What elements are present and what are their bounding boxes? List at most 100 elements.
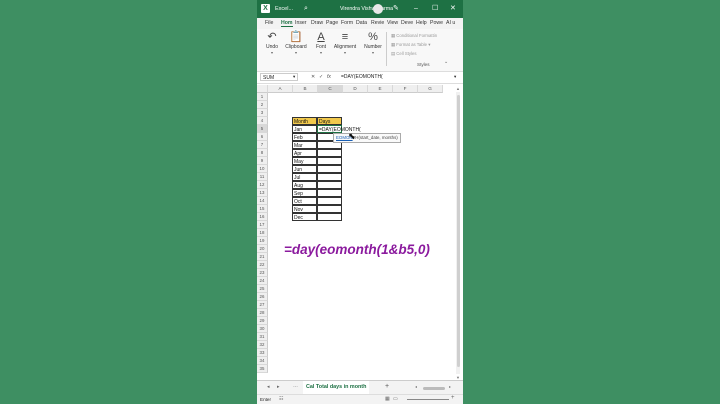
month-cell[interactable]: Apr — [292, 149, 317, 157]
insert-function-icon[interactable]: fx — [327, 74, 331, 80]
row-header[interactable]: 28 — [257, 309, 268, 317]
sheet-tab-active[interactable]: Cal Total days in month — [303, 381, 370, 395]
month-cell[interactable]: Jul — [292, 173, 317, 181]
tab-page[interactable]: Page — [326, 20, 338, 26]
clipboard-button[interactable]: 📋 Clipboard ▾ — [284, 31, 308, 55]
row-header[interactable]: 32 — [257, 341, 268, 349]
row-header[interactable]: 5 — [257, 125, 268, 133]
row-header[interactable]: 31 — [257, 333, 268, 341]
month-cell[interactable]: Nov — [292, 205, 317, 213]
row-header[interactable]: 9 — [257, 157, 268, 165]
tab-review[interactable]: Revie — [371, 20, 384, 26]
month-cell[interactable]: May — [292, 157, 317, 165]
row-header[interactable]: 1 — [257, 93, 268, 101]
column-header[interactable]: F — [393, 85, 418, 93]
formula-input[interactable]: =DAY(EOMONTH( — [341, 74, 383, 80]
days-cell[interactable] — [317, 197, 342, 205]
row-header[interactable]: 27 — [257, 301, 268, 309]
tab-ai[interactable]: AI u — [446, 20, 455, 26]
row-header[interactable]: 2 — [257, 101, 268, 109]
horizontal-scroll-left-icon[interactable]: ◂ — [415, 384, 417, 389]
zoom-slider[interactable] — [407, 399, 449, 400]
sheet-more-icon[interactable]: … — [293, 383, 298, 389]
zoom-in-icon[interactable]: + — [451, 395, 455, 401]
tab-power[interactable]: Powe — [430, 20, 443, 26]
search-icon[interactable]: ⌕ — [304, 0, 308, 18]
tab-view[interactable]: View — [387, 20, 398, 26]
days-cell[interactable] — [317, 189, 342, 197]
alignment-button[interactable]: ≡ Alignment ▾ — [333, 31, 357, 55]
tab-help[interactable]: Help — [416, 20, 427, 26]
tab-insert[interactable]: Inser — [295, 20, 307, 26]
month-cell[interactable]: Feb — [292, 133, 317, 141]
column-header[interactable]: A — [268, 85, 293, 93]
page-layout-icon[interactable]: ▭ — [393, 396, 398, 402]
select-all-corner[interactable] — [257, 85, 268, 93]
row-header[interactable]: 24 — [257, 277, 268, 285]
column-header[interactable]: E — [368, 85, 393, 93]
month-cell[interactable]: Mar — [292, 141, 317, 149]
formula-expand-icon[interactable]: ▾ — [454, 74, 456, 80]
tab-home[interactable]: Hom — [281, 20, 293, 27]
column-header[interactable]: G — [418, 85, 443, 93]
days-cell[interactable] — [317, 205, 342, 213]
cell-styles-button[interactable]: ▤ Cell Styles — [391, 51, 417, 57]
tab-draw[interactable]: Draw — [311, 20, 323, 26]
accessibility-icon[interactable]: ☷ — [279, 396, 283, 402]
row-header[interactable]: 14 — [257, 197, 268, 205]
row-header[interactable]: 12 — [257, 181, 268, 189]
row-header[interactable]: 18 — [257, 229, 268, 237]
sheet-next-icon[interactable]: ▸ — [277, 384, 280, 390]
days-cell[interactable] — [317, 181, 342, 189]
enter-icon[interactable]: ✓ — [319, 74, 323, 80]
days-cell[interactable] — [317, 173, 342, 181]
row-header[interactable]: 4 — [257, 117, 268, 125]
month-cell[interactable]: Oct — [292, 197, 317, 205]
pen-icon[interactable]: ✎ — [393, 0, 399, 18]
month-cell[interactable]: Jan — [292, 125, 317, 133]
tab-developer[interactable]: Deve — [401, 20, 413, 26]
column-header[interactable]: D — [343, 85, 368, 93]
scroll-thumb[interactable] — [457, 95, 460, 367]
row-header[interactable]: 22 — [257, 261, 268, 269]
row-header[interactable]: 26 — [257, 293, 268, 301]
scroll-up-icon[interactable]: ▲ — [456, 86, 460, 91]
row-header[interactable]: 16 — [257, 213, 268, 221]
table-header-days[interactable]: Days — [317, 117, 342, 125]
row-header[interactable]: 25 — [257, 285, 268, 293]
row-header[interactable]: 19 — [257, 237, 268, 245]
active-cell[interactable]: =DAY(EOMONTH( — [317, 125, 361, 133]
row-header[interactable]: 10 — [257, 165, 268, 173]
days-cell[interactable] — [317, 157, 342, 165]
row-header[interactable]: 34 — [257, 357, 268, 365]
minimize-icon[interactable]: – — [414, 0, 418, 18]
normal-view-icon[interactable]: ▦ — [385, 396, 390, 402]
ribbon-expand-icon[interactable]: ⌄ — [444, 59, 448, 65]
row-header[interactable]: 13 — [257, 189, 268, 197]
undo-button[interactable]: ↶ Undo ▾ — [264, 31, 280, 55]
table-header-month[interactable]: Month — [292, 117, 317, 125]
format-as-table-button[interactable]: ▦ Format as Table ▾ — [391, 42, 430, 48]
row-header[interactable]: 20 — [257, 245, 268, 253]
row-header[interactable]: 29 — [257, 317, 268, 325]
avatar[interactable] — [373, 4, 383, 14]
month-cell[interactable]: Dec — [292, 213, 317, 221]
font-button[interactable]: A Font ▾ — [314, 31, 328, 55]
row-header[interactable]: 11 — [257, 173, 268, 181]
row-header[interactable]: 33 — [257, 349, 268, 357]
column-header[interactable]: B — [293, 85, 318, 93]
month-cell[interactable]: Aug — [292, 181, 317, 189]
maximize-icon[interactable]: ☐ — [432, 0, 438, 18]
horizontal-scroll-right-icon[interactable]: ▸ — [449, 384, 451, 389]
number-button[interactable]: % Number ▾ — [363, 31, 383, 55]
row-header[interactable]: 15 — [257, 205, 268, 213]
row-header[interactable]: 3 — [257, 109, 268, 117]
sheet-prev-icon[interactable]: ◂ — [267, 384, 270, 390]
row-header[interactable]: 35 — [257, 365, 268, 373]
tab-data[interactable]: Data — [356, 20, 367, 26]
row-header[interactable]: 30 — [257, 325, 268, 333]
days-cell[interactable] — [317, 165, 342, 173]
row-header[interactable]: 17 — [257, 221, 268, 229]
tab-formulas[interactable]: Form — [341, 20, 353, 26]
close-icon[interactable]: ✕ — [450, 0, 456, 18]
